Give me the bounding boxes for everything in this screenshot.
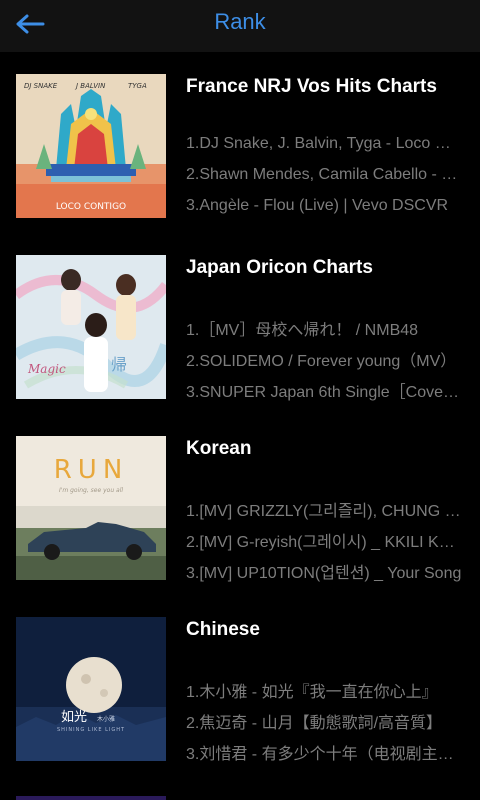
- page-title: Rank: [214, 9, 266, 34]
- track-item: 1.木小雅 - 如光『我一直在你心上』: [186, 684, 438, 701]
- cover-subtitle: SHINING LIKE LIGHT: [57, 727, 125, 733]
- track-item: 2.Shawn Mendes, Camila Cabello - Señorit…: [186, 166, 462, 183]
- chart-name: France NRJ Vos Hits Charts: [186, 76, 437, 97]
- album-cover-korean: RUN I'm going, see you all: [16, 436, 166, 580]
- track-item: 2.焦迈奇 - 山月【動態歌詞/高音質】: [186, 715, 443, 732]
- chart-row-chinese[interactable]: 如光 木小雅 SHINING LIKE LIGHT Chinese 1.木小雅 …: [0, 595, 480, 775]
- track-item: 3.[MV] UP10TION(업텐션) _ Your Song: [186, 565, 462, 582]
- chart-name: Korean: [186, 438, 252, 459]
- track-item: 2.SOLIDEMO / Forever young（MV）: [186, 353, 457, 370]
- chart-name: Japan Oricon Charts: [186, 257, 373, 278]
- track-item: 3.刘惜君 - 有多少个十年（电视剧主题曲）: [186, 746, 462, 763]
- svg-text:Magic: Magic: [27, 362, 66, 376]
- cover-artist-3: TYGA: [128, 82, 147, 90]
- cover-title: 如光: [61, 709, 87, 725]
- cover-subtitle: I'm going, see you all: [59, 487, 123, 494]
- cover-artist: 木小雅: [97, 715, 115, 723]
- album-cover-next-partial: [16, 796, 166, 800]
- album-cover-chinese: 如光 木小雅 SHINING LIKE LIGHT: [16, 617, 166, 761]
- top-bar: Rank: [0, 0, 480, 52]
- chart-row-korean[interactable]: RUN I'm going, see you all Korean 1.[MV]…: [0, 414, 480, 594]
- track-item: 1.［MV］母校へ帰れ！ / NMB48: [186, 322, 419, 339]
- track-item: 3.Angèle - Flou (Live) | Vevo DSCVR: [186, 197, 449, 214]
- album-cover-france: DJ SNAKE J BALVIN TYGA LOCO CONTIGO: [16, 74, 166, 218]
- cover-artist-2: J BALVIN: [74, 82, 106, 90]
- cover-title: RUN: [54, 455, 129, 485]
- track-item: 1.DJ Snake, J. Balvin, Tyga - Loco Conti…: [186, 135, 462, 152]
- chart-row-japan[interactable]: Magic 帰 Japan Oricon Charts 1.［MV］母校へ帰れ！…: [0, 233, 480, 413]
- album-cover-japan: Magic 帰: [16, 255, 166, 399]
- chart-name: Chinese: [186, 619, 260, 640]
- track-item: 1.[MV] GRIZZLY(그리즐리), CHUNG HA: [186, 503, 462, 520]
- cover-album-title: LOCO CONTIGO: [56, 202, 126, 212]
- track-item: 3.SNUPER Japan 6th Single［Cover］: [186, 384, 462, 401]
- chart-row-france[interactable]: DJ SNAKE J BALVIN TYGA LOCO CONTIGO Fran…: [0, 52, 480, 232]
- cover-artist-1: DJ SNAKE: [24, 82, 58, 90]
- svg-text:帰: 帰: [111, 355, 127, 374]
- track-item: 2.[MV] G-reyish(그레이시) _ KKILI KKILI: [186, 534, 462, 551]
